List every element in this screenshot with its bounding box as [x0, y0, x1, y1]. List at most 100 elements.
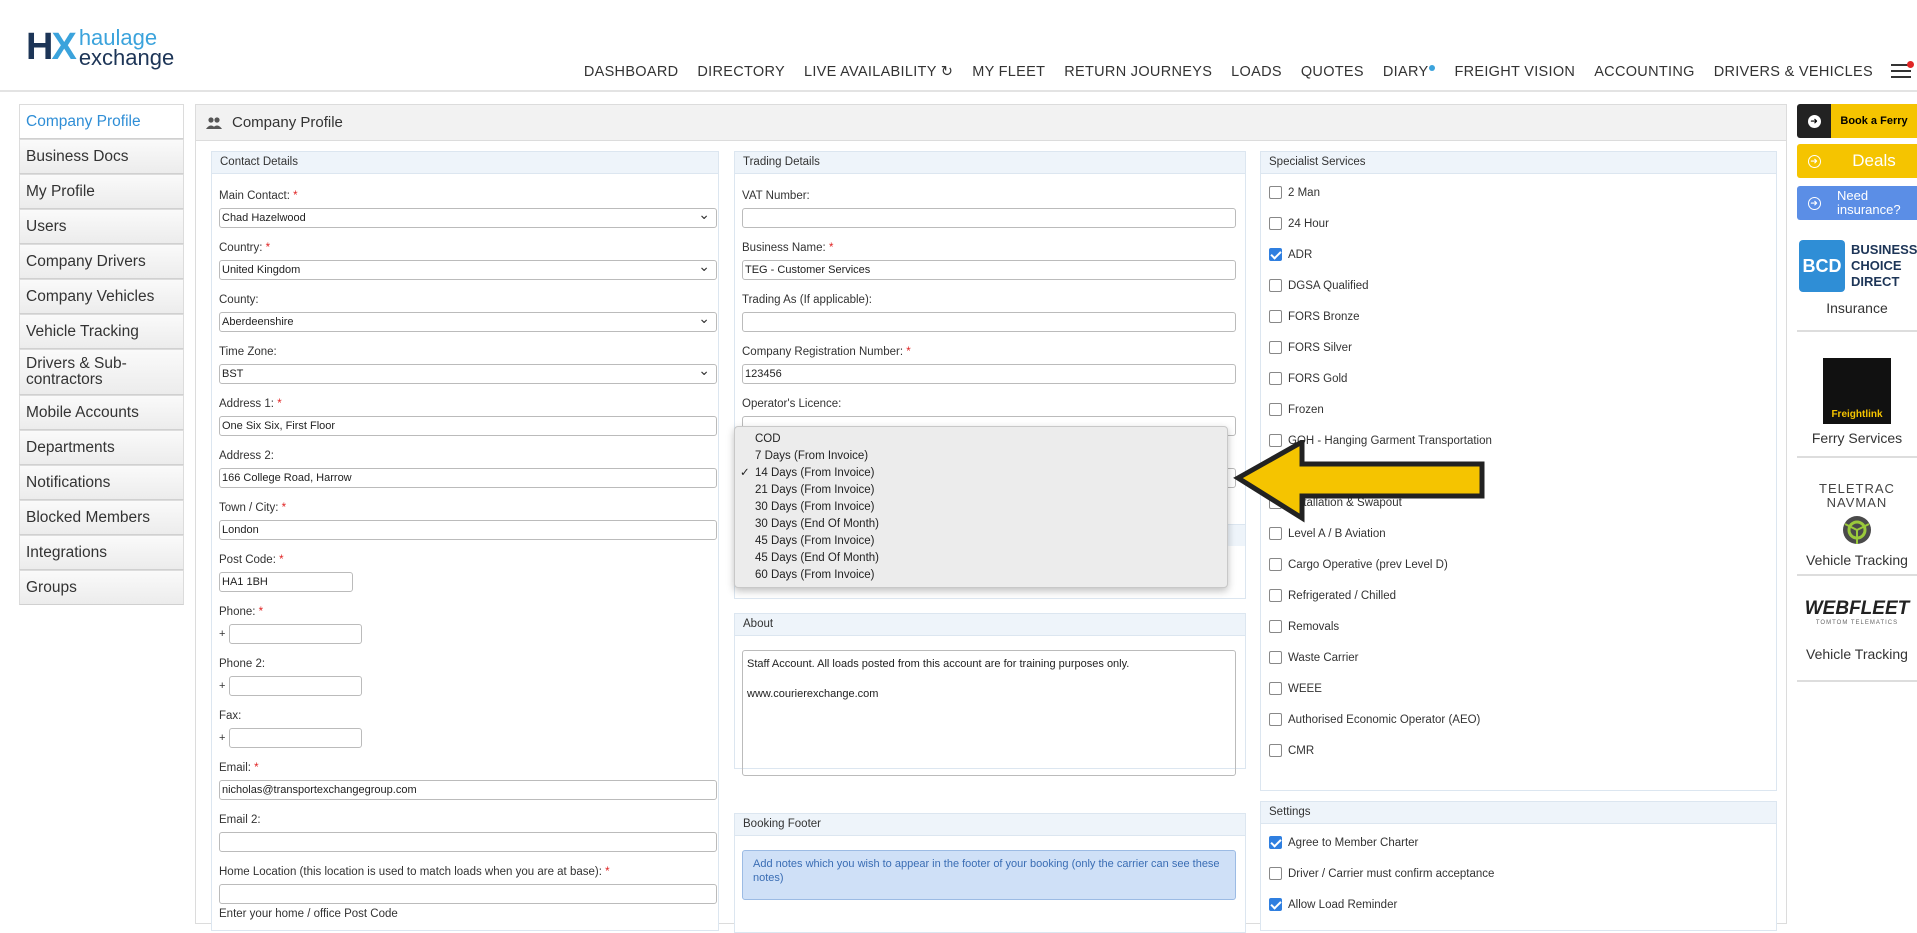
about-textarea[interactable]: Staff Account. All loads posted from thi…	[742, 650, 1236, 776]
vat-input[interactable]	[742, 208, 1236, 228]
nav-live-availability[interactable]: LIVE AVAILABILITY ↻	[804, 64, 953, 80]
ad-freightlink[interactable]: Freightlink Ferry Services	[1797, 358, 1917, 458]
checkbox[interactable]	[1269, 651, 1282, 664]
checkbox[interactable]	[1269, 744, 1282, 757]
phone-input[interactable]	[229, 624, 362, 644]
payment-terms-option[interactable]: 21 Days (From Invoice)	[735, 482, 1227, 499]
sidebar-item-departments[interactable]: Departments	[19, 430, 184, 465]
checkbox[interactable]	[1269, 310, 1282, 323]
payment-terms-option[interactable]: 30 Days (End Of Month)	[735, 516, 1227, 533]
checkbox[interactable]	[1269, 217, 1282, 230]
payment-terms-option[interactable]: 30 Days (From Invoice)	[735, 499, 1227, 516]
checkbox[interactable]	[1269, 682, 1282, 695]
specialist-service-item[interactable]: FORS Silver	[1269, 341, 1352, 354]
payment-terms-option[interactable]: 45 Days (From Invoice)	[735, 533, 1227, 550]
payment-terms-option[interactable]: 60 Days (From Invoice)	[735, 567, 1227, 584]
setting-label: Driver / Carrier must confirm acceptance	[1288, 867, 1495, 880]
email2-input[interactable]	[219, 832, 717, 852]
checkbox[interactable]	[1269, 898, 1282, 911]
checkbox[interactable]	[1269, 713, 1282, 726]
checkbox[interactable]	[1269, 341, 1282, 354]
nav-drivers-vehicles[interactable]: DRIVERS & VEHICLES	[1714, 64, 1873, 80]
specialist-service-item[interactable]: Authorised Economic Operator (AEO)	[1269, 713, 1480, 726]
checkbox[interactable]	[1269, 186, 1282, 199]
checkbox[interactable]	[1269, 620, 1282, 633]
main-contact-select[interactable]: Chad Hazelwood	[219, 206, 717, 228]
trading-as-input[interactable]	[742, 312, 1236, 332]
specialist-service-item[interactable]: CMR	[1269, 744, 1314, 757]
specialist-service-item[interactable]: 2 Man	[1269, 186, 1320, 199]
sidebar-item-company-drivers[interactable]: Company Drivers	[19, 244, 184, 279]
specialist-service-item[interactable]: 24 Hour	[1269, 217, 1329, 230]
nav-directory[interactable]: DIRECTORY	[697, 64, 785, 80]
business-name-input[interactable]: TEG - Customer Services	[742, 260, 1236, 280]
ad-webfleet[interactable]: WEBFLEET TOMTOM TELEMATICS Vehicle Track…	[1797, 598, 1917, 682]
hamburger-menu-icon[interactable]	[1891, 61, 1914, 80]
sidebar-item-company-profile[interactable]: Company Profile	[19, 104, 184, 139]
specialist-service-item[interactable]: FORS Bronze	[1269, 310, 1360, 323]
checkbox[interactable]	[1269, 248, 1282, 261]
specialist-service-item[interactable]: Cargo Operative (prev Level D)	[1269, 558, 1448, 571]
email-input[interactable]: nicholas@transportexchangegroup.com	[219, 780, 717, 800]
address1-input[interactable]: One Six Six, First Floor	[219, 416, 717, 436]
specialist-service-item[interactable]: FORS Gold	[1269, 372, 1347, 385]
sidebar-item-integrations[interactable]: Integrations	[19, 535, 184, 570]
nav-diary[interactable]: DIARY	[1383, 64, 1436, 80]
specialist-service-item[interactable]: Waste Carrier	[1269, 651, 1359, 664]
sidebar-item-users[interactable]: Users	[19, 209, 184, 244]
checkbox[interactable]	[1269, 403, 1282, 416]
haulage-exchange-logo[interactable]: HX haulage exchange	[26, 26, 174, 69]
nav-quotes[interactable]: QUOTES	[1301, 64, 1364, 80]
sidebar-item-mobile-accounts[interactable]: Mobile Accounts	[19, 395, 184, 430]
nav-return-journeys[interactable]: RETURN JOURNEYS	[1064, 64, 1212, 80]
payment-terms-option[interactable]: 7 Days (From Invoice)	[735, 448, 1227, 465]
checkbox[interactable]	[1269, 867, 1282, 880]
sidebar-item-business-docs[interactable]: Business Docs	[19, 139, 184, 174]
sidebar-item-groups[interactable]: Groups	[19, 570, 184, 605]
specialist-service-item[interactable]: Frozen	[1269, 403, 1324, 416]
checkbox[interactable]	[1269, 372, 1282, 385]
nav-dashboard[interactable]: DASHBOARD	[584, 64, 679, 80]
country-select[interactable]: United Kingdom	[219, 258, 717, 280]
sidebar-item-company-vehicles[interactable]: Company Vehicles	[19, 279, 184, 314]
specialist-service-item[interactable]: Removals	[1269, 620, 1339, 633]
checkbox[interactable]	[1269, 836, 1282, 849]
ad-need-insurance[interactable]: ➜ Need insurance?	[1797, 186, 1917, 220]
fax-input[interactable]	[229, 728, 362, 748]
phone2-input[interactable]	[229, 676, 362, 696]
town-input[interactable]: London	[219, 520, 717, 540]
sidebar-item-my-profile[interactable]: My Profile	[19, 174, 184, 209]
setting-item[interactable]: Driver / Carrier must confirm acceptance	[1269, 867, 1494, 880]
checkbox[interactable]	[1269, 558, 1282, 571]
postcode-input[interactable]: HA1 1BH	[219, 572, 353, 592]
address2-input[interactable]: 166 College Road, Harrow	[219, 468, 717, 488]
payment-terms-option[interactable]: 45 Days (End Of Month)	[735, 550, 1227, 567]
payment-terms-option[interactable]: COD	[735, 431, 1227, 448]
home-location-input[interactable]	[219, 884, 717, 904]
specialist-service-item[interactable]: DGSA Qualified	[1269, 279, 1369, 292]
setting-item[interactable]: Allow Load Reminder	[1269, 898, 1397, 911]
county-select[interactable]: Aberdeenshire	[219, 310, 717, 332]
specialist-service-item[interactable]: Refrigerated / Chilled	[1269, 589, 1396, 602]
setting-item[interactable]: Agree to Member Charter	[1269, 836, 1418, 849]
ad-business-choice-direct[interactable]: BCD BUSINESS CHOICE DIRECT Insurance	[1797, 240, 1917, 332]
nav-accounting[interactable]: ACCOUNTING	[1594, 64, 1694, 80]
ad-teletrac-navman[interactable]: TELETRAC NAVMAN Vehicle Tracking	[1797, 482, 1917, 576]
specialist-service-item[interactable]: WEEE	[1269, 682, 1322, 695]
checkbox[interactable]	[1269, 279, 1282, 292]
sidebar-item-drivers-subcontractors[interactable]: Drivers & Sub-contractors	[19, 349, 184, 395]
nav-freight-vision[interactable]: FREIGHT VISION	[1454, 64, 1575, 80]
timezone-select[interactable]: BST	[219, 362, 717, 384]
booking-footer-notice: Add notes which you wish to appear in th…	[742, 850, 1236, 900]
sidebar-item-vehicle-tracking[interactable]: Vehicle Tracking	[19, 314, 184, 349]
payment-terms-option[interactable]: ✓ 14 Days (From Invoice)	[735, 465, 1227, 482]
ad-book-ferry[interactable]: ➜ Book a Ferry	[1797, 104, 1917, 138]
ad-deals[interactable]: ➜ Deals	[1797, 144, 1917, 178]
nav-loads[interactable]: LOADS	[1231, 64, 1282, 80]
specialist-service-item[interactable]: ADR	[1269, 248, 1312, 261]
registration-input[interactable]: 123456	[742, 364, 1236, 384]
nav-my-fleet[interactable]: MY FLEET	[972, 64, 1045, 80]
sidebar-item-notifications[interactable]: Notifications	[19, 465, 184, 500]
checkbox[interactable]	[1269, 589, 1282, 602]
sidebar-item-blocked-members[interactable]: Blocked Members	[19, 500, 184, 535]
